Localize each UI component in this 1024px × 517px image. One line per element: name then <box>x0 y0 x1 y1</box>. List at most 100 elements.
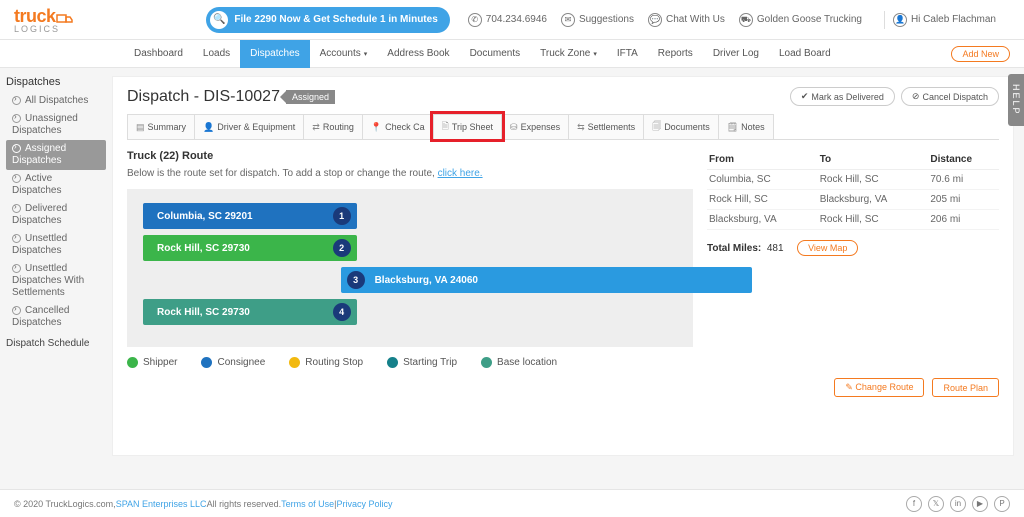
nav-load-board[interactable]: Load Board <box>769 40 841 68</box>
nav-dashboard[interactable]: Dashboard <box>124 40 193 68</box>
route-legend: Shipper Consignee Routing Stop Starting … <box>127 357 693 368</box>
sidebar: Dispatches All Dispatches Unassigned Dis… <box>0 68 112 456</box>
phone-link[interactable]: ✆704.234.6946 <box>468 13 547 27</box>
legend-dot-shipper <box>127 357 138 368</box>
route-edit-link[interactable]: click here. <box>438 168 483 179</box>
footer-terms-link[interactable]: Terms of Use <box>281 499 334 509</box>
sidebar-item-active[interactable]: Active Dispatches <box>6 170 106 200</box>
file-2290-cta[interactable]: 🔍File 2290 Now & Get Schedule 1 in Minut… <box>206 7 449 33</box>
pin-icon: 📍 <box>371 122 382 133</box>
linkedin-icon[interactable]: in <box>950 496 966 512</box>
sidebar-item-delivered[interactable]: Delivered Dispatches <box>6 200 106 230</box>
legend-dot-base <box>481 357 492 368</box>
distance-table: FromToDistance Columbia, SCRock Hill, SC… <box>707 150 999 230</box>
total-miles: Total Miles: 481 View Map <box>707 240 999 256</box>
table-row: Blacksburg, VARock Hill, SC206 mi <box>707 210 999 230</box>
doc-icon: 🗐 <box>652 119 661 135</box>
sidebar-item-assigned[interactable]: Assigned Dispatches <box>6 140 106 170</box>
company-link[interactable]: ⛟Golden Goose Trucking <box>739 13 862 27</box>
sidebar-item-unsettled[interactable]: Unsettled Dispatches <box>6 230 106 260</box>
tab-notes[interactable]: 🗒Notes <box>718 114 774 139</box>
sidebar-item-unassigned[interactable]: Unassigned Dispatches <box>6 110 106 140</box>
tab-check-calls[interactable]: 📍Check Ca <box>362 114 434 139</box>
youtube-icon[interactable]: ▶ <box>972 496 988 512</box>
table-row: Columbia, SCRock Hill, SC70.6 mi <box>707 170 999 190</box>
money-icon: ⛁ <box>510 122 518 133</box>
nav-ifta[interactable]: IFTA <box>607 40 648 68</box>
sidebar-title: Dispatches <box>6 76 106 88</box>
legend-dot-starting <box>387 357 398 368</box>
driver-icon: 👤 <box>203 122 214 133</box>
sheet-icon: 🗎 <box>442 119 449 135</box>
nav-accounts[interactable]: Accounts ▾ <box>310 40 378 68</box>
tab-driver-equipment[interactable]: 👤Driver & Equipment <box>194 114 304 139</box>
logo[interactable]: truckLOGICS <box>14 6 74 32</box>
sidebar-item-all[interactable]: All Dispatches <box>6 92 106 110</box>
footer-span-link[interactable]: SPAN Enterprises LLC <box>116 499 207 509</box>
legend-dot-consignee <box>201 357 212 368</box>
chart-icon: ▤ <box>136 122 145 133</box>
pencil-icon: ✎ <box>845 382 853 392</box>
nav-reports[interactable]: Reports <box>648 40 703 68</box>
mark-delivered-button[interactable]: ✔Mark as Delivered <box>790 87 895 106</box>
facebook-icon[interactable]: f <box>906 496 922 512</box>
help-tab[interactable]: HELP <box>1008 74 1024 126</box>
table-row: Rock Hill, SCBlacksburg, VA205 mi <box>707 190 999 210</box>
nav-documents[interactable]: Documents <box>460 40 531 68</box>
twitter-icon[interactable]: 𝕏 <box>928 496 944 512</box>
note-icon: 🗒 <box>727 122 738 133</box>
add-new-button[interactable]: Add New <box>951 46 1010 62</box>
social-links: f 𝕏 in ▶ P <box>906 496 1010 512</box>
truck-icon: ⛟ <box>739 13 753 27</box>
nav-address-book[interactable]: Address Book <box>377 40 459 68</box>
sidebar-item-cancelled[interactable]: Cancelled Dispatches <box>6 302 106 332</box>
status-badge: Assigned <box>286 90 335 104</box>
footer: © 2020 TruckLogics.com, SPAN Enterprises… <box>0 489 1024 517</box>
sidebar-schedule[interactable]: Dispatch Schedule <box>6 338 106 349</box>
cancel-dispatch-button[interactable]: ⊘Cancel Dispatch <box>901 87 999 106</box>
route-stop-1: Columbia, SC 292011 <box>143 203 357 229</box>
tab-documents[interactable]: 🗐Documents <box>643 114 719 139</box>
settle-icon: ⇆ <box>577 122 585 133</box>
top-bar: truckLOGICS 🔍File 2290 Now & Get Schedul… <box>0 0 1024 40</box>
nav-truck-zone[interactable]: Truck Zone ▾ <box>530 40 607 68</box>
route-gantt: Columbia, SC 292011 Rock Hill, SC 297302… <box>127 189 693 347</box>
chevron-down-icon: ▾ <box>593 50 597 58</box>
user-menu[interactable]: 👤Hi Caleb Flachman <box>893 13 996 27</box>
nav-dispatches[interactable]: Dispatches <box>240 40 309 68</box>
route-stop-4: Rock Hill, SC 297304 <box>143 299 357 325</box>
nav-driver-log[interactable]: Driver Log <box>703 40 769 68</box>
route-plan-button[interactable]: Route Plan <box>932 378 999 397</box>
route-stop-3: 3Blacksburg, VA 24060 <box>341 267 752 293</box>
main-nav: Dashboard Loads Dispatches Accounts ▾ Ad… <box>0 40 1024 68</box>
search-icon: 🔍 <box>210 11 228 29</box>
chevron-down-icon: ▾ <box>364 50 368 58</box>
tab-routing[interactable]: ⇄Routing <box>303 114 363 139</box>
chat-icon: 💬 <box>648 13 662 27</box>
content-panel: Dispatch - DIS-10027 Assigned ✔Mark as D… <box>112 76 1014 456</box>
mail-icon: ✉ <box>561 13 575 27</box>
page-title: Dispatch - DIS-10027 <box>127 88 280 106</box>
footer-privacy-link[interactable]: Privacy Policy <box>336 499 392 509</box>
tab-settlements[interactable]: ⇆Settlements <box>568 114 644 139</box>
tab-trip-sheet[interactable]: 🗎Trip Sheet <box>433 114 502 139</box>
table-head: FromToDistance <box>707 150 999 170</box>
nav-loads[interactable]: Loads <box>193 40 240 68</box>
tab-expenses[interactable]: ⛁Expenses <box>501 114 569 139</box>
legend-dot-routing <box>289 357 300 368</box>
suggestions-link[interactable]: ✉Suggestions <box>561 13 634 27</box>
route-heading: Truck (22) Route <box>127 150 693 162</box>
pinterest-icon[interactable]: P <box>994 496 1010 512</box>
dispatch-tabs: ▤Summary 👤Driver & Equipment ⇄Routing 📍C… <box>127 114 999 140</box>
phone-icon: ✆ <box>468 13 482 27</box>
tab-summary[interactable]: ▤Summary <box>127 114 195 139</box>
sidebar-item-unsettled-settlements[interactable]: Unsettled Dispatches With Settlements <box>6 260 106 302</box>
chat-link[interactable]: 💬Chat With Us <box>648 13 725 27</box>
cancel-icon: ⊘ <box>912 91 920 102</box>
route-stop-2: Rock Hill, SC 297302 <box>143 235 357 261</box>
view-map-button[interactable]: View Map <box>797 240 858 256</box>
user-icon: 👤 <box>893 13 907 27</box>
change-route-button[interactable]: ✎ Change Route <box>834 378 924 397</box>
check-icon: ✔ <box>801 91 809 102</box>
route-icon: ⇄ <box>312 122 320 133</box>
